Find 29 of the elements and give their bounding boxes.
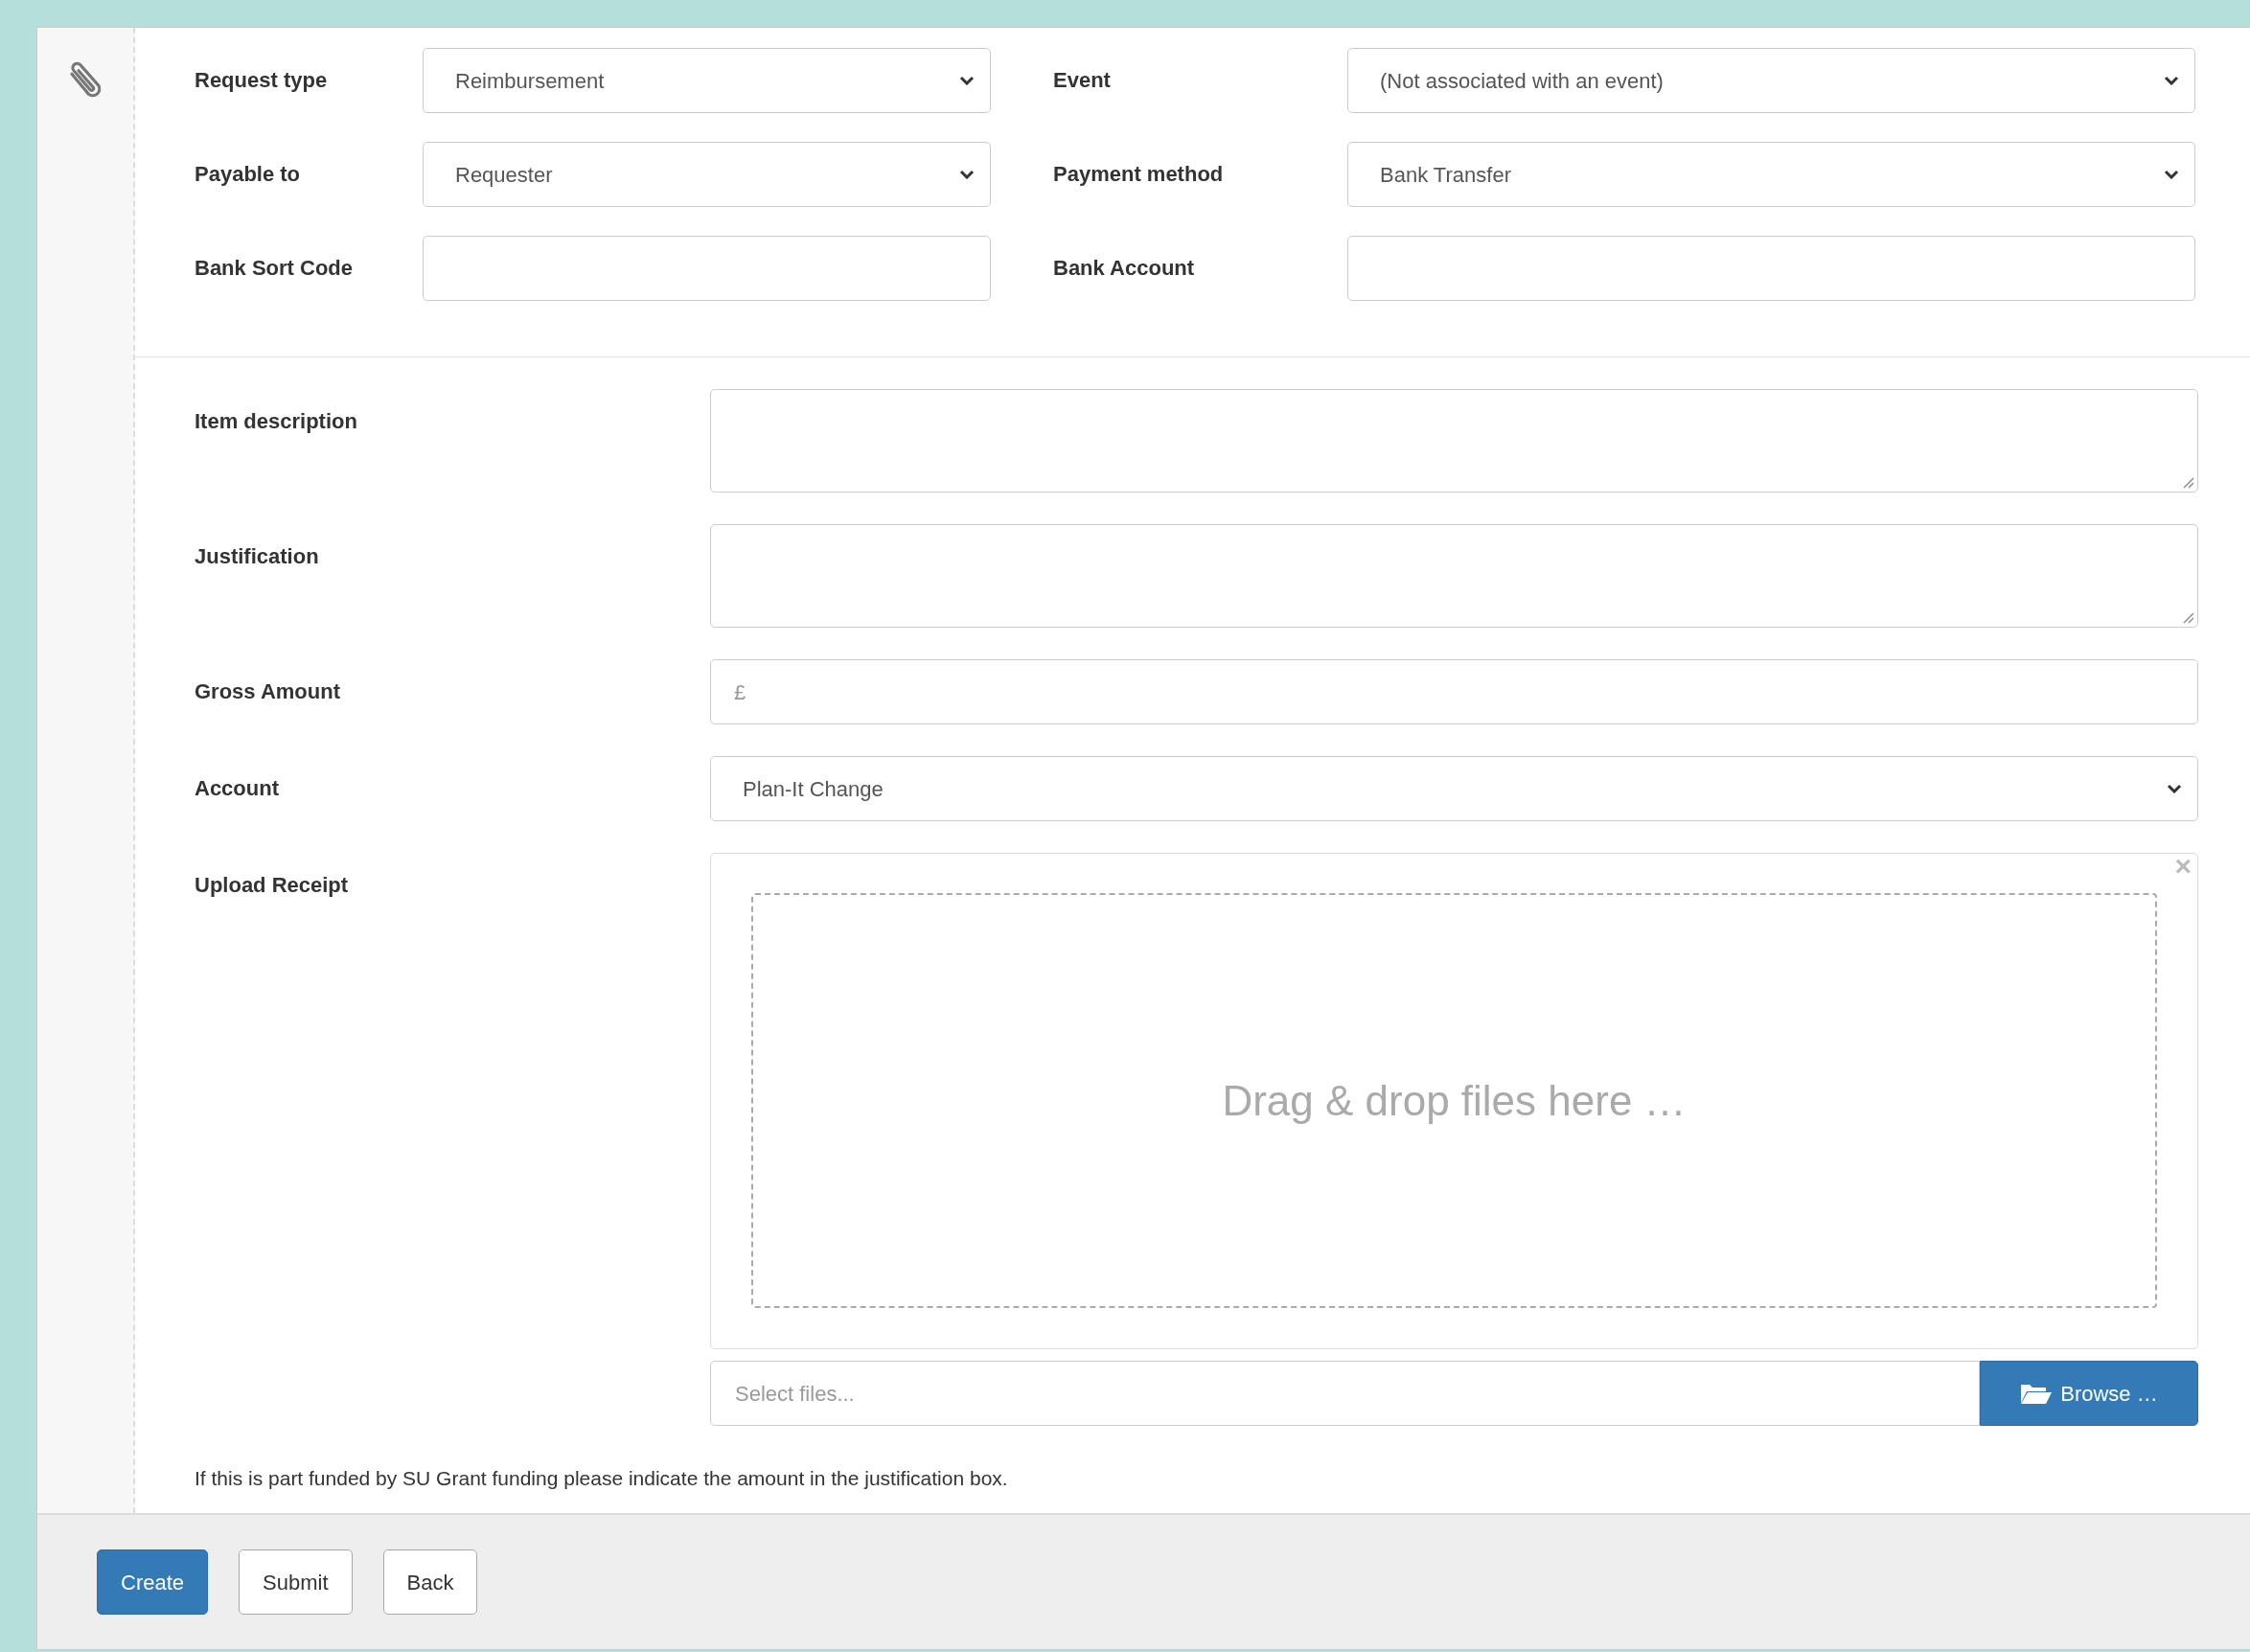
browse-button[interactable]: Browse … xyxy=(1980,1361,2198,1426)
action-button[interactable]: Back xyxy=(382,1549,478,1615)
funding-note: If this is part funded by SU Grant funding please indicate the amount in the justification box. xyxy=(194,1466,1009,1491)
field-label: Request type xyxy=(195,67,329,94)
resize-handle-icon[interactable] xyxy=(2181,475,2194,489)
field-label: Payable to xyxy=(195,161,302,188)
chevron-down-icon xyxy=(959,170,975,179)
select-field[interactable]: Plan-It Change xyxy=(710,756,2198,821)
field-label: Gross Amount xyxy=(195,678,341,705)
chevron-down-icon xyxy=(2164,170,2179,179)
chevron-down-icon xyxy=(2167,784,2182,793)
field-label: Payment method xyxy=(1053,161,1225,188)
chevron-down-icon xyxy=(2164,76,2179,85)
action-button[interactable]: Create xyxy=(97,1549,209,1615)
chevron-down-icon xyxy=(959,76,975,85)
select-field[interactable]: Requester xyxy=(423,142,991,207)
folder-icon xyxy=(2020,1382,2054,1405)
action-button[interactable]: Submit xyxy=(239,1549,353,1615)
field-label: Bank Sort Code xyxy=(195,255,355,282)
field-label: Account xyxy=(195,775,280,802)
field-label: Justification xyxy=(195,543,320,570)
select-field[interactable]: Bank Transfer xyxy=(1347,142,2195,207)
resize-handle-icon[interactable] xyxy=(2181,610,2194,624)
select-field[interactable]: (Not associated with an event) xyxy=(1347,48,2195,113)
field-label: Upload Receipt xyxy=(195,872,350,899)
field-label: Event xyxy=(1053,67,1112,94)
field-label: Item description xyxy=(195,408,358,435)
select-field[interactable]: Reimbursement xyxy=(423,48,991,113)
field-label: Bank Account xyxy=(1053,255,1196,282)
